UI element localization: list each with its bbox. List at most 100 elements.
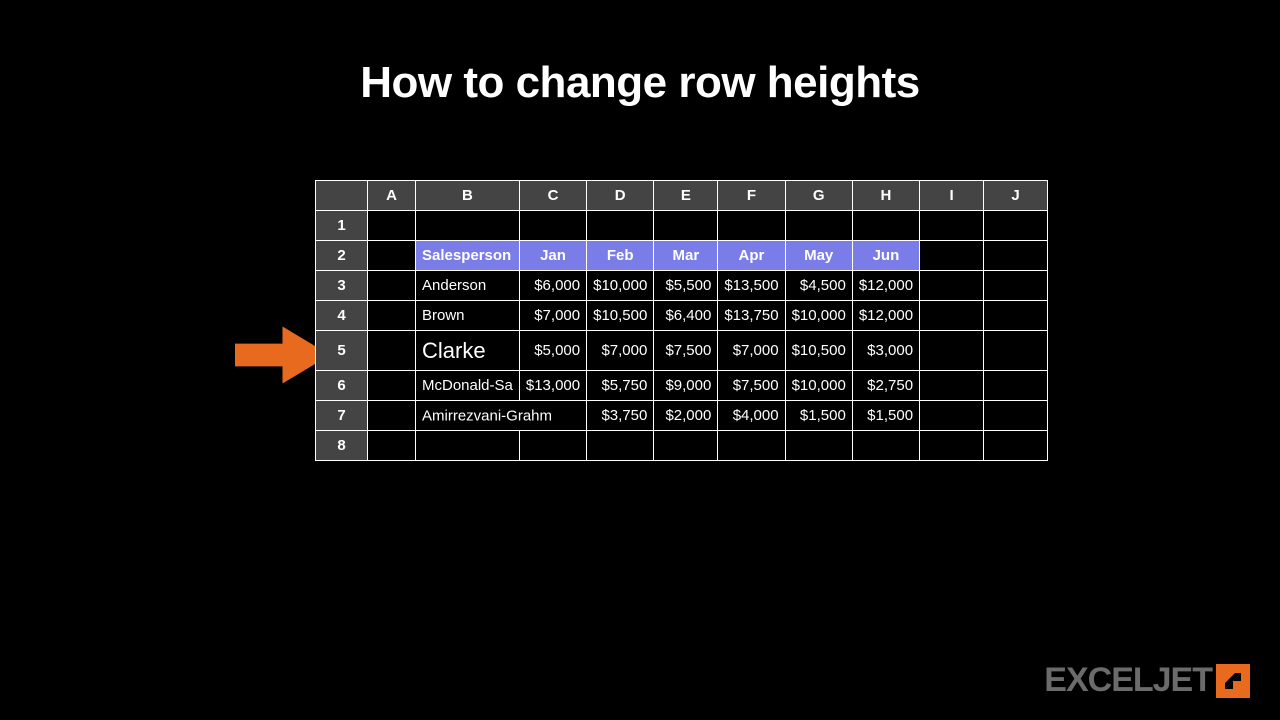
cell-name[interactable]: Clarke <box>416 331 520 371</box>
cell[interactable]: $7,000 <box>587 331 654 371</box>
row-header[interactable]: 5 <box>316 331 368 371</box>
cell[interactable]: $6,400 <box>654 301 718 331</box>
cell[interactable] <box>920 401 984 431</box>
cell[interactable] <box>984 401 1048 431</box>
cell[interactable]: $9,000 <box>654 371 718 401</box>
cell[interactable] <box>368 301 416 331</box>
cell[interactable]: $2,750 <box>852 371 919 401</box>
cell[interactable]: $10,000 <box>785 301 852 331</box>
cell[interactable] <box>920 301 984 331</box>
cell[interactable] <box>519 431 586 461</box>
table-row[interactable]: 2 Salesperson Jan Feb Mar Apr May Jun <box>316 241 1048 271</box>
cell[interactable]: $1,500 <box>852 401 919 431</box>
spreadsheet[interactable]: A B C D E F G H I J 1 2 Salesperson Jan … <box>315 180 1048 461</box>
cell[interactable] <box>519 211 586 241</box>
cell[interactable] <box>920 331 984 371</box>
cell[interactable] <box>920 271 984 301</box>
cell[interactable]: $13,000 <box>519 371 586 401</box>
cell-month-header[interactable]: May <box>785 241 852 271</box>
cell[interactable]: $4,500 <box>785 271 852 301</box>
cell[interactable]: $1,500 <box>785 401 852 431</box>
cell[interactable]: $7,000 <box>519 301 586 331</box>
cell[interactable] <box>718 211 785 241</box>
cell[interactable] <box>416 431 520 461</box>
cell[interactable] <box>984 371 1048 401</box>
cell[interactable]: $12,000 <box>852 301 919 331</box>
cell[interactable]: $4,000 <box>718 401 785 431</box>
cell[interactable] <box>368 371 416 401</box>
cell[interactable]: $7,500 <box>654 331 718 371</box>
column-header-row[interactable]: A B C D E F G H I J <box>316 181 1048 211</box>
cell[interactable] <box>852 211 919 241</box>
cell[interactable] <box>984 301 1048 331</box>
cell[interactable] <box>368 241 416 271</box>
cell[interactable] <box>984 431 1048 461</box>
cell[interactable]: $6,000 <box>519 271 586 301</box>
cell[interactable]: $5,500 <box>654 271 718 301</box>
row-header[interactable]: 6 <box>316 371 368 401</box>
cell-month-header[interactable]: Feb <box>587 241 654 271</box>
cell[interactable] <box>785 431 852 461</box>
cell[interactable]: $10,500 <box>587 301 654 331</box>
cell[interactable]: $7,500 <box>718 371 785 401</box>
cell[interactable] <box>718 431 785 461</box>
cell[interactable] <box>920 371 984 401</box>
cell-salesperson-header[interactable]: Salesperson <box>416 241 520 271</box>
cell-name[interactable]: McDonald-Sa <box>416 371 520 401</box>
cell[interactable] <box>785 211 852 241</box>
cell[interactable] <box>984 331 1048 371</box>
cell[interactable] <box>368 401 416 431</box>
cell[interactable]: $10,500 <box>785 331 852 371</box>
cell[interactable] <box>654 431 718 461</box>
cell[interactable] <box>587 431 654 461</box>
cell-month-header[interactable]: Apr <box>718 241 785 271</box>
cell[interactable] <box>984 271 1048 301</box>
cell-name-overflow[interactable]: Amirrezvani-Grahm <box>416 401 587 431</box>
col-header[interactable]: D <box>587 181 654 211</box>
cell-month-header[interactable]: Jan <box>519 241 586 271</box>
col-header[interactable]: E <box>654 181 718 211</box>
cell-name[interactable]: Anderson <box>416 271 520 301</box>
cell[interactable] <box>984 211 1048 241</box>
cell[interactable]: $12,000 <box>852 271 919 301</box>
cell[interactable]: $3,000 <box>852 331 919 371</box>
cell[interactable]: $2,000 <box>654 401 718 431</box>
row-header[interactable]: 4 <box>316 301 368 331</box>
row-header[interactable]: 8 <box>316 431 368 461</box>
table-row[interactable]: 4 Brown $7,000 $10,500 $6,400 $13,750 $1… <box>316 301 1048 331</box>
cell[interactable] <box>368 211 416 241</box>
table-row[interactable]: 7 Amirrezvani-Grahm $3,750 $2,000 $4,000… <box>316 401 1048 431</box>
cell-month-header[interactable]: Mar <box>654 241 718 271</box>
cell-month-header[interactable]: Jun <box>852 241 919 271</box>
col-header[interactable]: J <box>984 181 1048 211</box>
cell[interactable]: $5,000 <box>519 331 586 371</box>
table-row[interactable]: 1 <box>316 211 1048 241</box>
cell[interactable] <box>852 431 919 461</box>
cell[interactable]: $3,750 <box>587 401 654 431</box>
cell-name[interactable]: Brown <box>416 301 520 331</box>
col-header[interactable]: I <box>920 181 984 211</box>
cell[interactable]: $5,750 <box>587 371 654 401</box>
cell[interactable] <box>368 271 416 301</box>
select-all-corner[interactable] <box>316 181 368 211</box>
cell[interactable]: $10,000 <box>587 271 654 301</box>
cell[interactable] <box>920 431 984 461</box>
col-header[interactable]: F <box>718 181 785 211</box>
col-header[interactable]: C <box>519 181 586 211</box>
row-header[interactable]: 2 <box>316 241 368 271</box>
cell[interactable] <box>368 331 416 371</box>
cell[interactable]: $10,000 <box>785 371 852 401</box>
cell[interactable]: $7,000 <box>718 331 785 371</box>
cell[interactable] <box>920 211 984 241</box>
cell[interactable]: $13,500 <box>718 271 785 301</box>
row-header[interactable]: 7 <box>316 401 368 431</box>
col-header[interactable]: A <box>368 181 416 211</box>
cell[interactable] <box>984 241 1048 271</box>
col-header[interactable]: G <box>785 181 852 211</box>
row-header[interactable]: 1 <box>316 211 368 241</box>
cell[interactable]: $13,750 <box>718 301 785 331</box>
row-header[interactable]: 3 <box>316 271 368 301</box>
table-row[interactable]: 3 Anderson $6,000 $10,000 $5,500 $13,500… <box>316 271 1048 301</box>
col-header[interactable]: B <box>416 181 520 211</box>
table-row[interactable]: 8 <box>316 431 1048 461</box>
